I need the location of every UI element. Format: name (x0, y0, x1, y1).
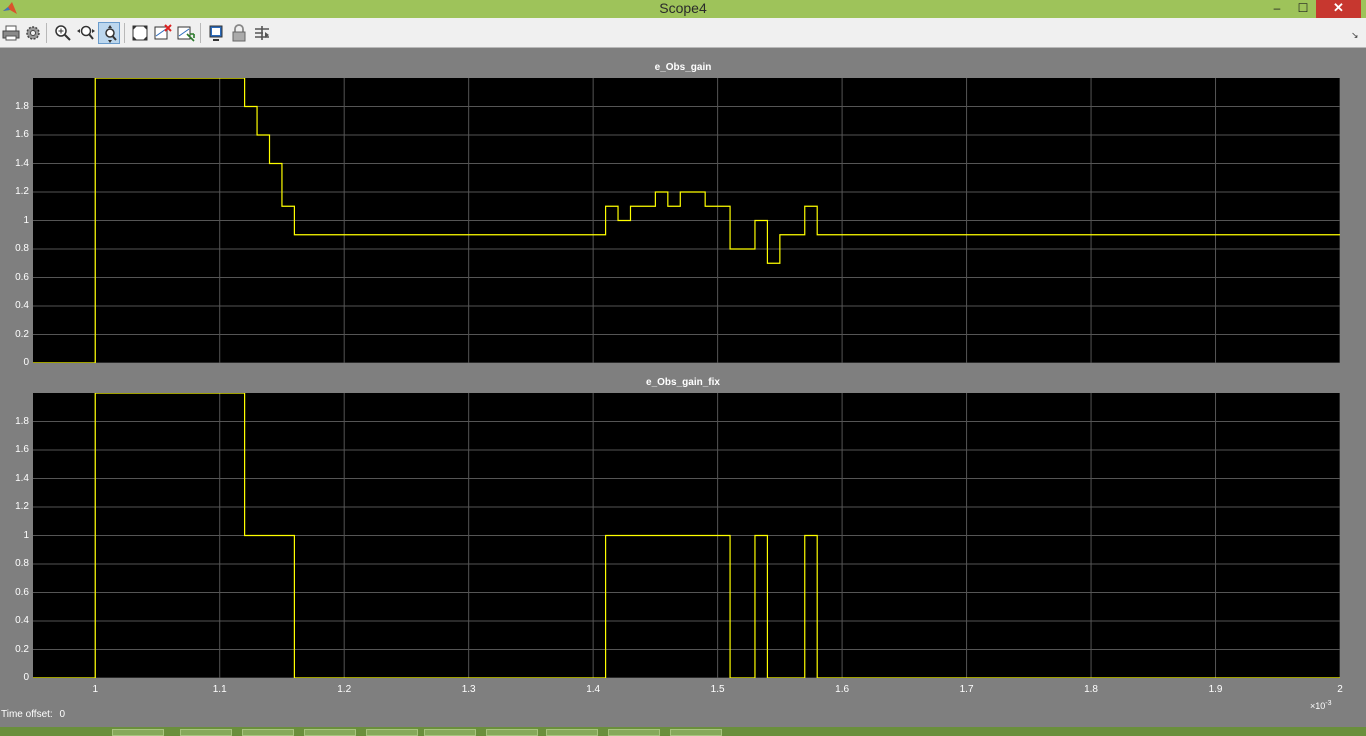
x-tick-label: 1.4 (586, 684, 601, 695)
signal-selection-button[interactable] (251, 22, 273, 44)
y-tick-label: 1 (23, 214, 29, 226)
x-tick-label: 1.8 (1084, 684, 1098, 695)
taskbar-item[interactable] (180, 729, 232, 736)
y-tick-label: 0.6 (15, 271, 29, 283)
scope-toolbar (0, 18, 1366, 48)
signal-selection-icon (255, 26, 269, 40)
x-tick-label: 1.5 (710, 684, 725, 695)
x-tick-label: 1.1 (212, 684, 227, 695)
y-tick-label: 1.8 (15, 100, 29, 112)
restore-axes-settings-icon (177, 26, 195, 42)
taskbar-item[interactable] (112, 729, 164, 736)
zoom-y-icon (105, 25, 117, 43)
save-axes-settings-button[interactable] (152, 22, 174, 44)
taskbar-item[interactable] (608, 729, 660, 736)
y-tick-label: 1.4 (15, 157, 29, 169)
close-button[interactable]: ✕ (1316, 0, 1361, 18)
zoom-x-icon (77, 25, 95, 40)
x-exponent-base: ×10 (1310, 701, 1326, 711)
os-taskbar (0, 727, 1366, 736)
maximize-button[interactable]: ☐ (1292, 0, 1314, 18)
y-tick-label: 1.4 (15, 472, 29, 484)
dock-arrow-icon[interactable]: ↘ (1351, 30, 1359, 41)
time-offset-status: Time offset: 0 (1, 709, 65, 720)
y-tick-label: 0 (23, 357, 29, 368)
y-tick-label: 0.2 (15, 643, 29, 655)
x-tick-label: 1.6 (835, 684, 850, 695)
x-tick-label: 2 (1337, 684, 1343, 695)
y-tick-label: 0.8 (15, 243, 29, 254)
axes-title-e-obs-gain-fix: e_Obs_gain_fix (646, 377, 720, 388)
toolbar-separator (200, 23, 201, 43)
x-tick-label: 1 (92, 684, 99, 695)
x-tick-label: 1.9 (1208, 684, 1223, 695)
lock-axes-icon (232, 24, 246, 42)
y-tick-label: 0.6 (15, 586, 29, 598)
taskbar-item[interactable] (670, 729, 722, 736)
settings-button[interactable] (22, 22, 44, 44)
minimize-button[interactable]: – (1266, 0, 1288, 18)
taskbar-item[interactable] (304, 729, 356, 736)
y-tick-label: 0.4 (15, 300, 29, 311)
time-offset-label: Time offset: (1, 709, 53, 720)
y-tick-label: 1.6 (15, 129, 29, 140)
x-tick-label: 1.2 (337, 684, 352, 695)
y-tick-label: 1.2 (15, 186, 29, 197)
taskbar-item[interactable] (242, 729, 294, 736)
y-tick-label: 0.2 (15, 328, 29, 340)
zoom-x-button[interactable] (75, 22, 97, 44)
y-tick-label: 1.6 (15, 444, 29, 455)
taskbar-item[interactable] (546, 729, 598, 736)
taskbar-item[interactable] (486, 729, 538, 736)
plot-area-e-obs-gain[interactable] (33, 78, 1340, 363)
toolbar-separator (46, 23, 47, 43)
time-offset-value: 0 (59, 709, 66, 720)
x-tick-label: 1.3 (461, 684, 476, 695)
window-title: Scope4 (659, 0, 707, 16)
toolbar-separator (124, 23, 125, 43)
x-axis-exponent: ×10-3 (1310, 700, 1332, 711)
plot-svg-e-obs-gain (33, 78, 1340, 363)
y-tick-label: 0.4 (15, 615, 29, 626)
plot-area-e-obs-gain-fix[interactable] (33, 393, 1340, 678)
lock-axes-button[interactable] (228, 22, 250, 44)
zoom-y-button[interactable] (98, 22, 120, 44)
taskbar-item[interactable] (366, 729, 418, 736)
print-icon (2, 25, 20, 41)
x-tick-label: 1.7 (959, 684, 974, 695)
axes-title-e-obs-gain: e_Obs_gain (654, 62, 712, 73)
autoscale-icon (132, 25, 148, 41)
zoom-in-icon (55, 25, 71, 41)
zoom-in-button[interactable] (52, 22, 74, 44)
x-exponent-power: -3 (1325, 700, 1332, 707)
save-axes-settings-icon (154, 24, 172, 40)
floating-scope-button[interactable] (205, 22, 227, 44)
y-tick-label: 0 (23, 672, 29, 683)
print-button[interactable] (0, 22, 22, 44)
y-tick-label: 1.8 (15, 415, 29, 427)
y-tick-label: 1 (23, 529, 29, 541)
y-tick-label: 1.2 (15, 501, 29, 512)
plot-svg-e-obs-gain-fix (33, 393, 1340, 678)
y-tick-label: 0.8 (15, 558, 29, 569)
title-bar: Scope4 – ☐ ✕ (0, 0, 1366, 18)
restore-axes-settings-button[interactable] (175, 22, 197, 44)
taskbar-item[interactable] (424, 729, 476, 736)
autoscale-button[interactable] (129, 22, 151, 44)
settings-icon (26, 26, 40, 40)
floating-scope-icon (209, 25, 223, 41)
